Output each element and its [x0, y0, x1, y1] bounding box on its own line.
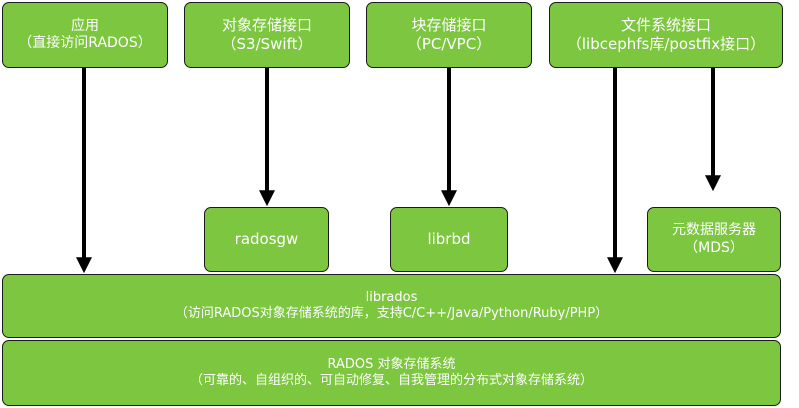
arrows-layer — [76, 68, 721, 274]
